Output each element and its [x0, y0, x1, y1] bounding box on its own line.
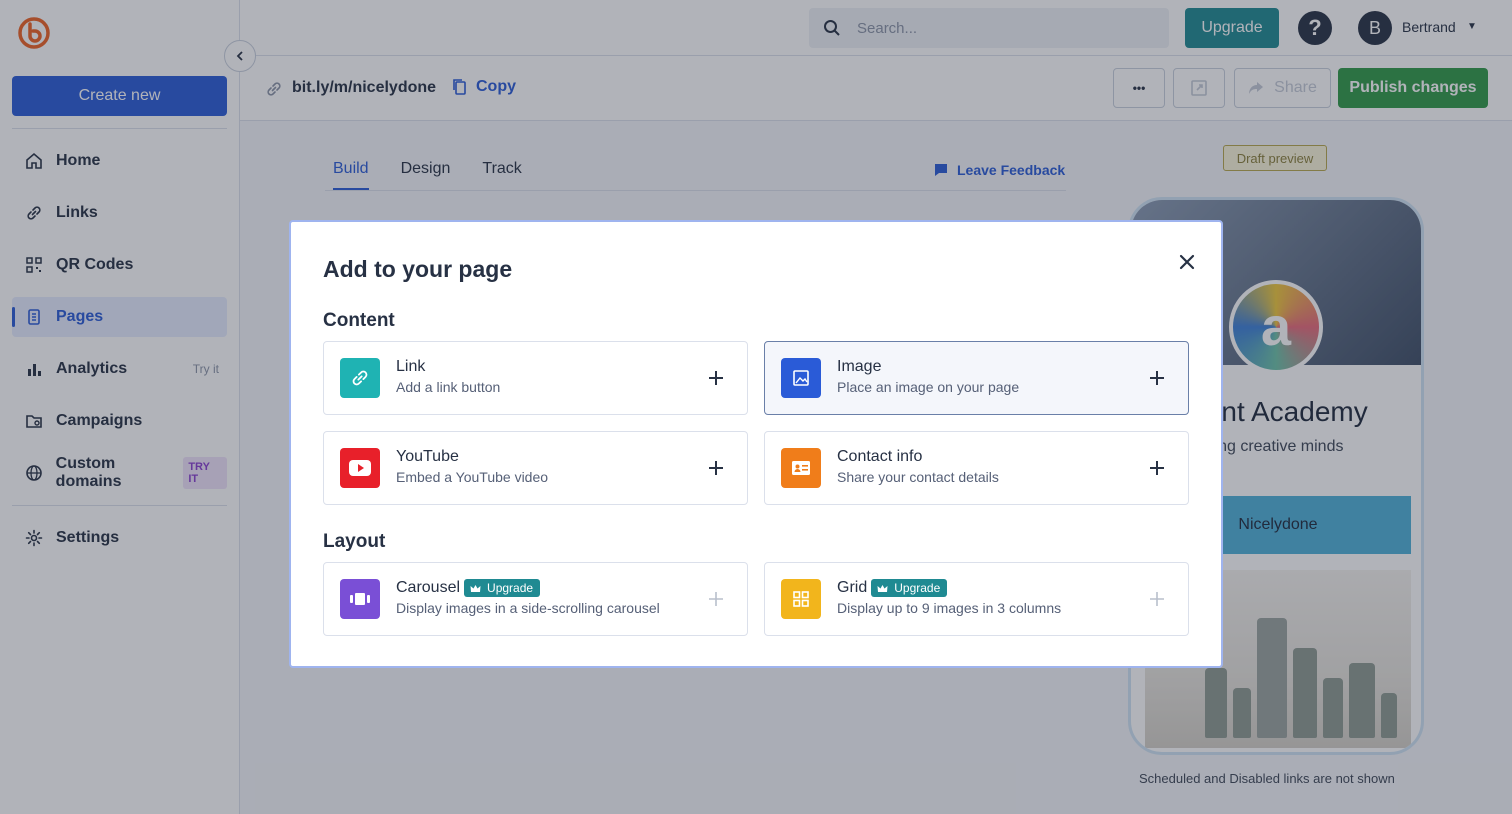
- card-title-text: Carousel: [396, 579, 461, 596]
- add-to-page-modal: Add to your page Content Link Add a link…: [289, 220, 1223, 668]
- modal-title: Add to your page: [323, 256, 513, 282]
- card-title: Carousel Upgrade: [396, 579, 541, 597]
- card-title: YouTube: [396, 448, 459, 465]
- section-content-heading: Content: [323, 310, 395, 331]
- add-image-card[interactable]: Image Place an image on your page: [764, 341, 1189, 415]
- contact-card-icon: [781, 448, 821, 488]
- card-description: Add a link button: [396, 379, 501, 395]
- link-icon: [340, 358, 380, 398]
- card-description: Display images in a side-scrolling carou…: [396, 600, 660, 616]
- add-carousel-card[interactable]: Carousel Upgrade Display images in a sid…: [323, 562, 748, 636]
- upgrade-badge[interactable]: Upgrade: [871, 579, 948, 597]
- plus-icon: [1150, 371, 1164, 385]
- add-youtube-card[interactable]: YouTube Embed a YouTube video: [323, 431, 748, 505]
- card-title: Image: [837, 358, 882, 375]
- card-title: Contact info: [837, 448, 923, 465]
- crown-icon: [470, 584, 481, 592]
- youtube-icon: [340, 448, 380, 488]
- add-grid-card[interactable]: Grid Upgrade Display up to 9 images in 3…: [764, 562, 1189, 636]
- plus-icon: [1150, 592, 1164, 606]
- upgrade-badge[interactable]: Upgrade: [464, 579, 541, 597]
- upgrade-badge-label: Upgrade: [894, 581, 941, 595]
- crown-icon: [877, 584, 888, 592]
- add-contact-info-card[interactable]: Contact info Share your contact details: [764, 431, 1189, 505]
- card-title: Grid Upgrade: [837, 579, 948, 597]
- upgrade-badge-label: Upgrade: [487, 581, 534, 595]
- card-title: Link: [396, 358, 426, 375]
- section-layout-heading: Layout: [323, 531, 386, 552]
- image-icon: [781, 358, 821, 398]
- plus-icon: [1150, 461, 1164, 475]
- card-description: Display up to 9 images in 3 columns: [837, 600, 1062, 616]
- add-link-card[interactable]: Link Add a link button: [323, 341, 748, 415]
- card-title-text: Grid: [837, 579, 868, 596]
- carousel-icon: [340, 579, 380, 619]
- plus-icon: [709, 371, 723, 385]
- close-icon[interactable]: [1175, 250, 1199, 274]
- grid-icon: [781, 579, 821, 619]
- plus-icon: [709, 461, 723, 475]
- card-description: Embed a YouTube video: [396, 469, 549, 485]
- card-description: Share your contact details: [837, 469, 999, 485]
- plus-icon: [709, 592, 723, 606]
- card-description: Place an image on your page: [837, 379, 1020, 395]
